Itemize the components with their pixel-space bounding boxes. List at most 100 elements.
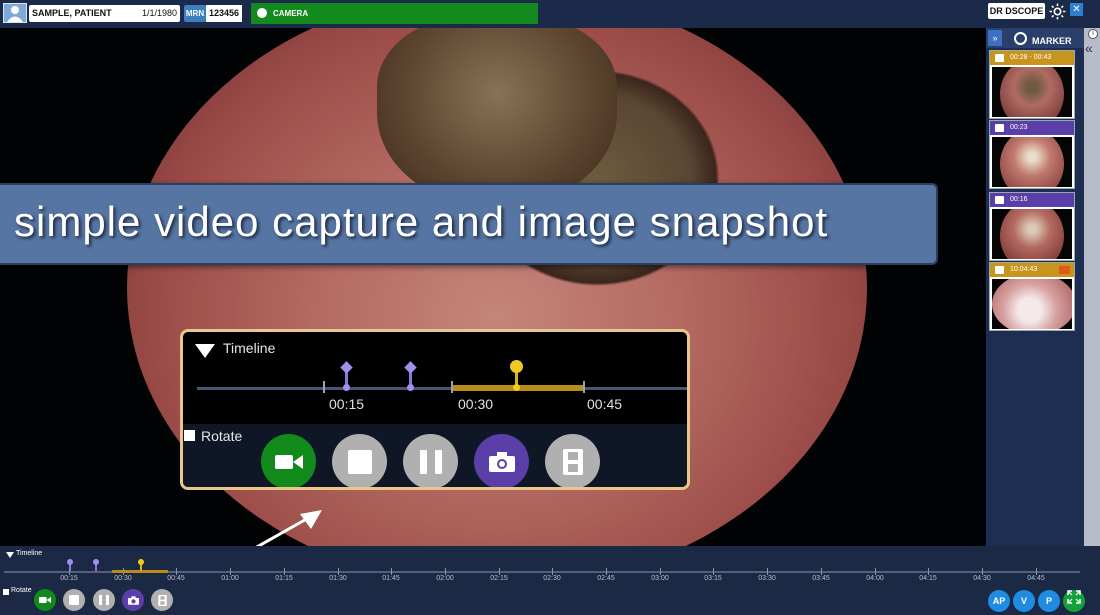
rotate-checkbox[interactable] (3, 589, 9, 595)
zoom-tick (451, 381, 453, 393)
report-icon[interactable] (1059, 266, 1070, 274)
collapse-panel-icon[interactable]: » (988, 30, 1002, 46)
zoom-timeline-title: Timeline (197, 340, 275, 356)
video-camera-icon (274, 454, 303, 469)
mrn-label: MRN (184, 5, 206, 22)
timeline-tick (1036, 568, 1037, 575)
timeline-tick-label: 04:15 (919, 575, 937, 582)
app-window: SAMPLE, PATIENT 1/1/1980 MRN 123456 CAME… (0, 0, 1100, 615)
rotate-label: Rotate (11, 587, 32, 594)
camera-icon (488, 451, 515, 472)
timeline-zoom-callout: Timeline 00:15 00:30 00:45 Rotate (180, 329, 690, 490)
rotate-checkbox[interactable] (184, 430, 195, 441)
collapse-triangle-icon[interactable] (6, 552, 14, 558)
timeline-tick-label: 04:00 (866, 575, 884, 582)
panel-scrollbar[interactable]: « (1084, 28, 1100, 561)
video-camera-icon (995, 266, 1004, 274)
view-button-p[interactable]: P (1038, 590, 1060, 612)
gear-icon[interactable] (1048, 2, 1067, 21)
expand-arrow-icon[interactable]: « (1085, 40, 1093, 56)
camera-icon (995, 196, 1004, 204)
snapshot-marker[interactable] (407, 362, 414, 391)
camera-status-icon (257, 8, 267, 18)
snapshot-button[interactable] (122, 589, 144, 611)
marker-thumbnail (992, 67, 1072, 117)
zoom-tick-label: 00:45 (587, 396, 623, 412)
info-icon[interactable]: i (1088, 29, 1098, 39)
marker-card-header: 00:28 - 00:43 (990, 51, 1074, 65)
pause-button[interactable] (93, 589, 115, 611)
timeline-tick (499, 568, 500, 575)
timeline-tick (875, 568, 876, 575)
film-clip-button[interactable] (151, 589, 173, 611)
timeline-tick (284, 568, 285, 575)
stop-icon (69, 595, 79, 605)
timeline-tick-label: 01:45 (382, 575, 400, 582)
marker-time: 10:04:43 (1010, 266, 1038, 273)
pause-button[interactable] (403, 434, 458, 487)
pause-icon (419, 449, 442, 474)
timeline-tick (552, 568, 553, 575)
timeline-tick-label: 02:30 (543, 575, 561, 582)
timeline-tick (928, 568, 929, 575)
timeline-tick (713, 568, 714, 575)
snapshot-marker[interactable] (93, 559, 99, 571)
zoom-tick-label: 00:30 (458, 396, 494, 412)
patient-info[interactable]: SAMPLE, PATIENT 1/1/1980 (29, 5, 180, 22)
record-video-button[interactable] (34, 589, 56, 611)
mrn-value: 123456 (206, 5, 242, 22)
camera-label: CAMERA (273, 9, 309, 18)
marker-label[interactable]: MARKER (1014, 32, 1072, 46)
timeline-tick-label: 03:45 (812, 575, 830, 582)
clip-marker[interactable] (138, 559, 144, 571)
clip-marker[interactable] (510, 360, 523, 391)
film-icon (562, 448, 583, 475)
view-button-v[interactable]: V (1013, 590, 1035, 612)
timeline-tick (123, 568, 124, 575)
camera-status-bar[interactable]: CAMERA (251, 3, 538, 24)
marker-time: 00:23 (1010, 124, 1028, 131)
timeline-tick (445, 568, 446, 575)
timeline-tick-label: 00:45 (167, 575, 185, 582)
film-clip-button[interactable] (545, 434, 600, 487)
patient-avatar-icon[interactable] (3, 3, 27, 23)
doctor-button[interactable]: DR DSCOPE (988, 3, 1045, 19)
record-video-button[interactable] (261, 434, 316, 487)
marker-card[interactable]: 00:28 - 00:43 (989, 50, 1075, 119)
marker-thumbnail (992, 137, 1072, 187)
snapshot-button[interactable] (474, 434, 529, 487)
timeline-tick (176, 568, 177, 575)
close-icon[interactable]: ✕ (1070, 3, 1083, 16)
camera-icon (995, 124, 1004, 132)
marker-panel-header: » MARKER (986, 28, 1084, 48)
timeline-tick (982, 568, 983, 575)
zoom-control-bar: Rotate (183, 424, 687, 487)
timeline-tick-label: 03:00 (651, 575, 669, 582)
marker-time: 00:16 (1010, 196, 1028, 203)
marker-card[interactable]: 00:23 (989, 120, 1075, 189)
timeline-title: Timeline (16, 550, 43, 557)
timeline-tick (69, 568, 70, 575)
timeline-tick-label: 02:15 (490, 575, 508, 582)
timeline-bar: Timeline Rotate 00:15 00:30 00:45 01:00 01:1… (0, 546, 1100, 615)
marker-card[interactable]: 00:16 (989, 192, 1075, 261)
zoom-tick (583, 381, 585, 393)
marker-card[interactable]: 10:04:43 (989, 262, 1075, 331)
timeline-tick (230, 568, 231, 575)
stop-button[interactable] (63, 589, 85, 611)
fullscreen-icon[interactable] (1063, 590, 1085, 612)
timeline-tick-label: 04:30 (973, 575, 991, 582)
top-bar: SAMPLE, PATIENT 1/1/1980 MRN 123456 CAME… (0, 0, 1100, 28)
rotate-label: Rotate (201, 428, 243, 444)
stop-button[interactable] (332, 434, 387, 487)
zoom-timeline-title-text: Timeline (223, 340, 276, 356)
view-button-ap[interactable]: AP (988, 590, 1010, 612)
timeline-tick-label: 01:00 (221, 575, 239, 582)
patient-dob: 1/1/1980 (141, 8, 177, 18)
snapshot-marker[interactable] (343, 362, 350, 391)
marker-thumbnail (992, 279, 1072, 329)
timeline-tick-label: 00:30 (114, 575, 132, 582)
timeline-tick-label: 00:15 (60, 575, 78, 582)
marker-card-header: 10:04:43 (990, 263, 1074, 277)
zoom-timeline-track[interactable] (197, 387, 687, 390)
